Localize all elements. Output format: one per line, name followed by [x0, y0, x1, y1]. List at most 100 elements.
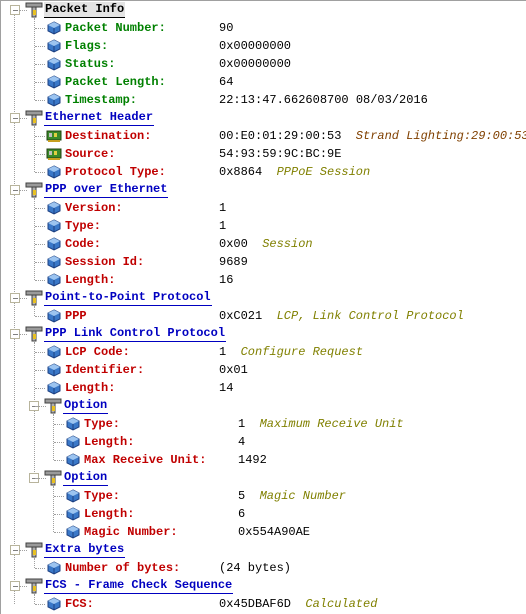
tree-field-row[interactable]: Magic Number: 0x554A90AE [1, 523, 526, 541]
cube-icon [65, 452, 81, 468]
tree-group-row[interactable]: Point-to-Point Protocol [1, 289, 526, 307]
network-card-icon [46, 128, 62, 144]
protocol-pipe-icon [25, 289, 43, 306]
tree-group-row[interactable]: Ethernet Header [1, 109, 526, 127]
tree-group-row[interactable]: Extra bytes [1, 541, 526, 559]
tree-field-row[interactable]: Session Id: 9689 [1, 253, 526, 271]
group-label[interactable]: Extra bytes [44, 542, 126, 558]
field-label: Length: [65, 273, 116, 287]
tree-connector [35, 154, 45, 155]
protocol-pipe-icon [25, 541, 43, 558]
group-label[interactable]: Packet Info [44, 2, 126, 18]
field-label: Packet Length: [65, 75, 166, 89]
tree-connector [35, 172, 45, 173]
cube-icon [46, 254, 62, 270]
tree-field-row[interactable]: Identifier: 0x01 [1, 361, 526, 379]
field-value: 14 [219, 381, 234, 395]
tree-field-row[interactable]: LCP Code: 1 Configure Request [1, 343, 526, 361]
cube-icon [46, 218, 62, 234]
tree-field-row[interactable]: Timestamp: 22:13:47.662608700 08/03/2016 [1, 91, 526, 109]
tree-connector [54, 424, 64, 425]
tree-group-row[interactable]: PPP over Ethernet [1, 181, 526, 199]
cube-icon [65, 524, 81, 540]
field-value: 0x45DBAF6D [219, 597, 292, 611]
field-value: 00:E0:01:29:00:53 [219, 129, 342, 143]
group-label[interactable]: PPP Link Control Protocol [44, 326, 227, 342]
tree-connector [54, 514, 64, 515]
cube-icon [46, 362, 62, 378]
group-label[interactable]: Ethernet Header [44, 110, 155, 126]
group-label[interactable]: FCS - Frame Check Sequence [44, 578, 234, 594]
tree-field-row[interactable]: Type: 1 Maximum Receive Unit [1, 415, 526, 433]
tree-connector [35, 136, 45, 137]
packet-decode-tree: Packet Info Packet Number: 90 Flags: 0x00000… [0, 0, 526, 614]
tree-field-row[interactable]: PPP 0xC021 LCP, Link Control Protocol [1, 307, 526, 325]
group-label[interactable]: Option [63, 470, 109, 486]
field-label: Session Id: [65, 255, 145, 269]
tree-connector [54, 442, 64, 443]
field-value: 16 [219, 273, 234, 287]
tree-connector [35, 568, 45, 569]
protocol-pipe-icon [25, 109, 43, 126]
field-annotation: Strand Lighting:29:00:53 [355, 129, 526, 143]
field-label: Identifier: [65, 363, 145, 377]
tree-field-row[interactable]: Status: 0x00000000 [1, 55, 526, 73]
tree-connector [35, 280, 45, 281]
field-label: Length: [84, 507, 135, 521]
tree-field-row[interactable]: Flags: 0x00000000 [1, 37, 526, 55]
tree-field-row[interactable]: Max Receive Unit: 1492 [1, 451, 526, 469]
tree-field-row[interactable]: Length: 16 [1, 271, 526, 289]
field-value: 1 [219, 219, 227, 233]
field-value: 64 [219, 75, 234, 89]
protocol-pipe-icon [44, 469, 62, 486]
field-label: Destination: [65, 129, 152, 143]
tree-group-row[interactable]: PPP Link Control Protocol [1, 325, 526, 343]
tree-connector [35, 82, 45, 83]
tree-field-row[interactable]: Number of bytes: (24 bytes) [1, 559, 526, 577]
tree-group-row[interactable]: FCS - Frame Check Sequence [1, 577, 526, 595]
tree-field-row[interactable]: Length: 14 [1, 379, 526, 397]
field-annotation: PPPoE Session [276, 165, 371, 179]
tree-group-row[interactable]: Packet Info [1, 1, 526, 19]
field-label: Type: [84, 417, 121, 431]
tree-group-row[interactable]: Option [1, 469, 526, 487]
protocol-pipe-icon [25, 577, 43, 594]
field-label: LCP Code: [65, 345, 130, 359]
field-value: 0x01 [219, 363, 248, 377]
group-label[interactable]: Option [63, 398, 109, 414]
field-annotation: Session [262, 237, 313, 251]
tree-field-row[interactable]: Destination: 00:E0:01:29:00:53 Strand Ligh… [1, 127, 526, 145]
tree-field-row[interactable]: Length: 6 [1, 505, 526, 523]
field-value: 0x00 [219, 237, 248, 251]
field-value: 0xC021 [219, 309, 263, 323]
field-value: 90 [219, 21, 234, 35]
field-value: 4 [238, 435, 246, 449]
field-value: 9689 [219, 255, 248, 269]
protocol-pipe-icon [25, 181, 43, 198]
tree-field-row[interactable]: Type: 1 [1, 217, 526, 235]
field-annotation: Magic Number [259, 489, 347, 503]
tree-connector [35, 100, 45, 101]
tree-field-row[interactable]: Packet Length: 64 [1, 73, 526, 91]
cube-icon [46, 164, 62, 180]
field-value: 0x554A90AE [238, 525, 311, 539]
group-label[interactable]: PPP over Ethernet [44, 182, 169, 198]
field-label: Length: [65, 381, 116, 395]
tree-field-row[interactable]: Packet Number: 90 [1, 19, 526, 37]
tree-field-row[interactable]: Source: 54:93:59:9C:BC:9E [1, 145, 526, 163]
cube-icon [46, 20, 62, 36]
group-label[interactable]: Point-to-Point Protocol [44, 290, 212, 306]
tree-field-row[interactable]: Type: 5 Magic Number [1, 487, 526, 505]
tree-field-row[interactable]: Length: 4 [1, 433, 526, 451]
tree-field-row[interactable]: Code: 0x00 Session [1, 235, 526, 253]
tree-group-row[interactable]: Option [1, 397, 526, 415]
field-label: Version: [65, 201, 123, 215]
tree-field-row[interactable]: Protocol Type: 0x8864 PPPoE Session [1, 163, 526, 181]
tree-connector [35, 64, 45, 65]
tree-connector [54, 496, 64, 497]
cube-icon [46, 74, 62, 90]
tree-field-row[interactable]: Version: 1 [1, 199, 526, 217]
field-value: 1 [219, 345, 227, 359]
tree-field-row[interactable]: FCS: 0x45DBAF6D Calculated [1, 595, 526, 613]
protocol-pipe-icon [44, 397, 62, 414]
